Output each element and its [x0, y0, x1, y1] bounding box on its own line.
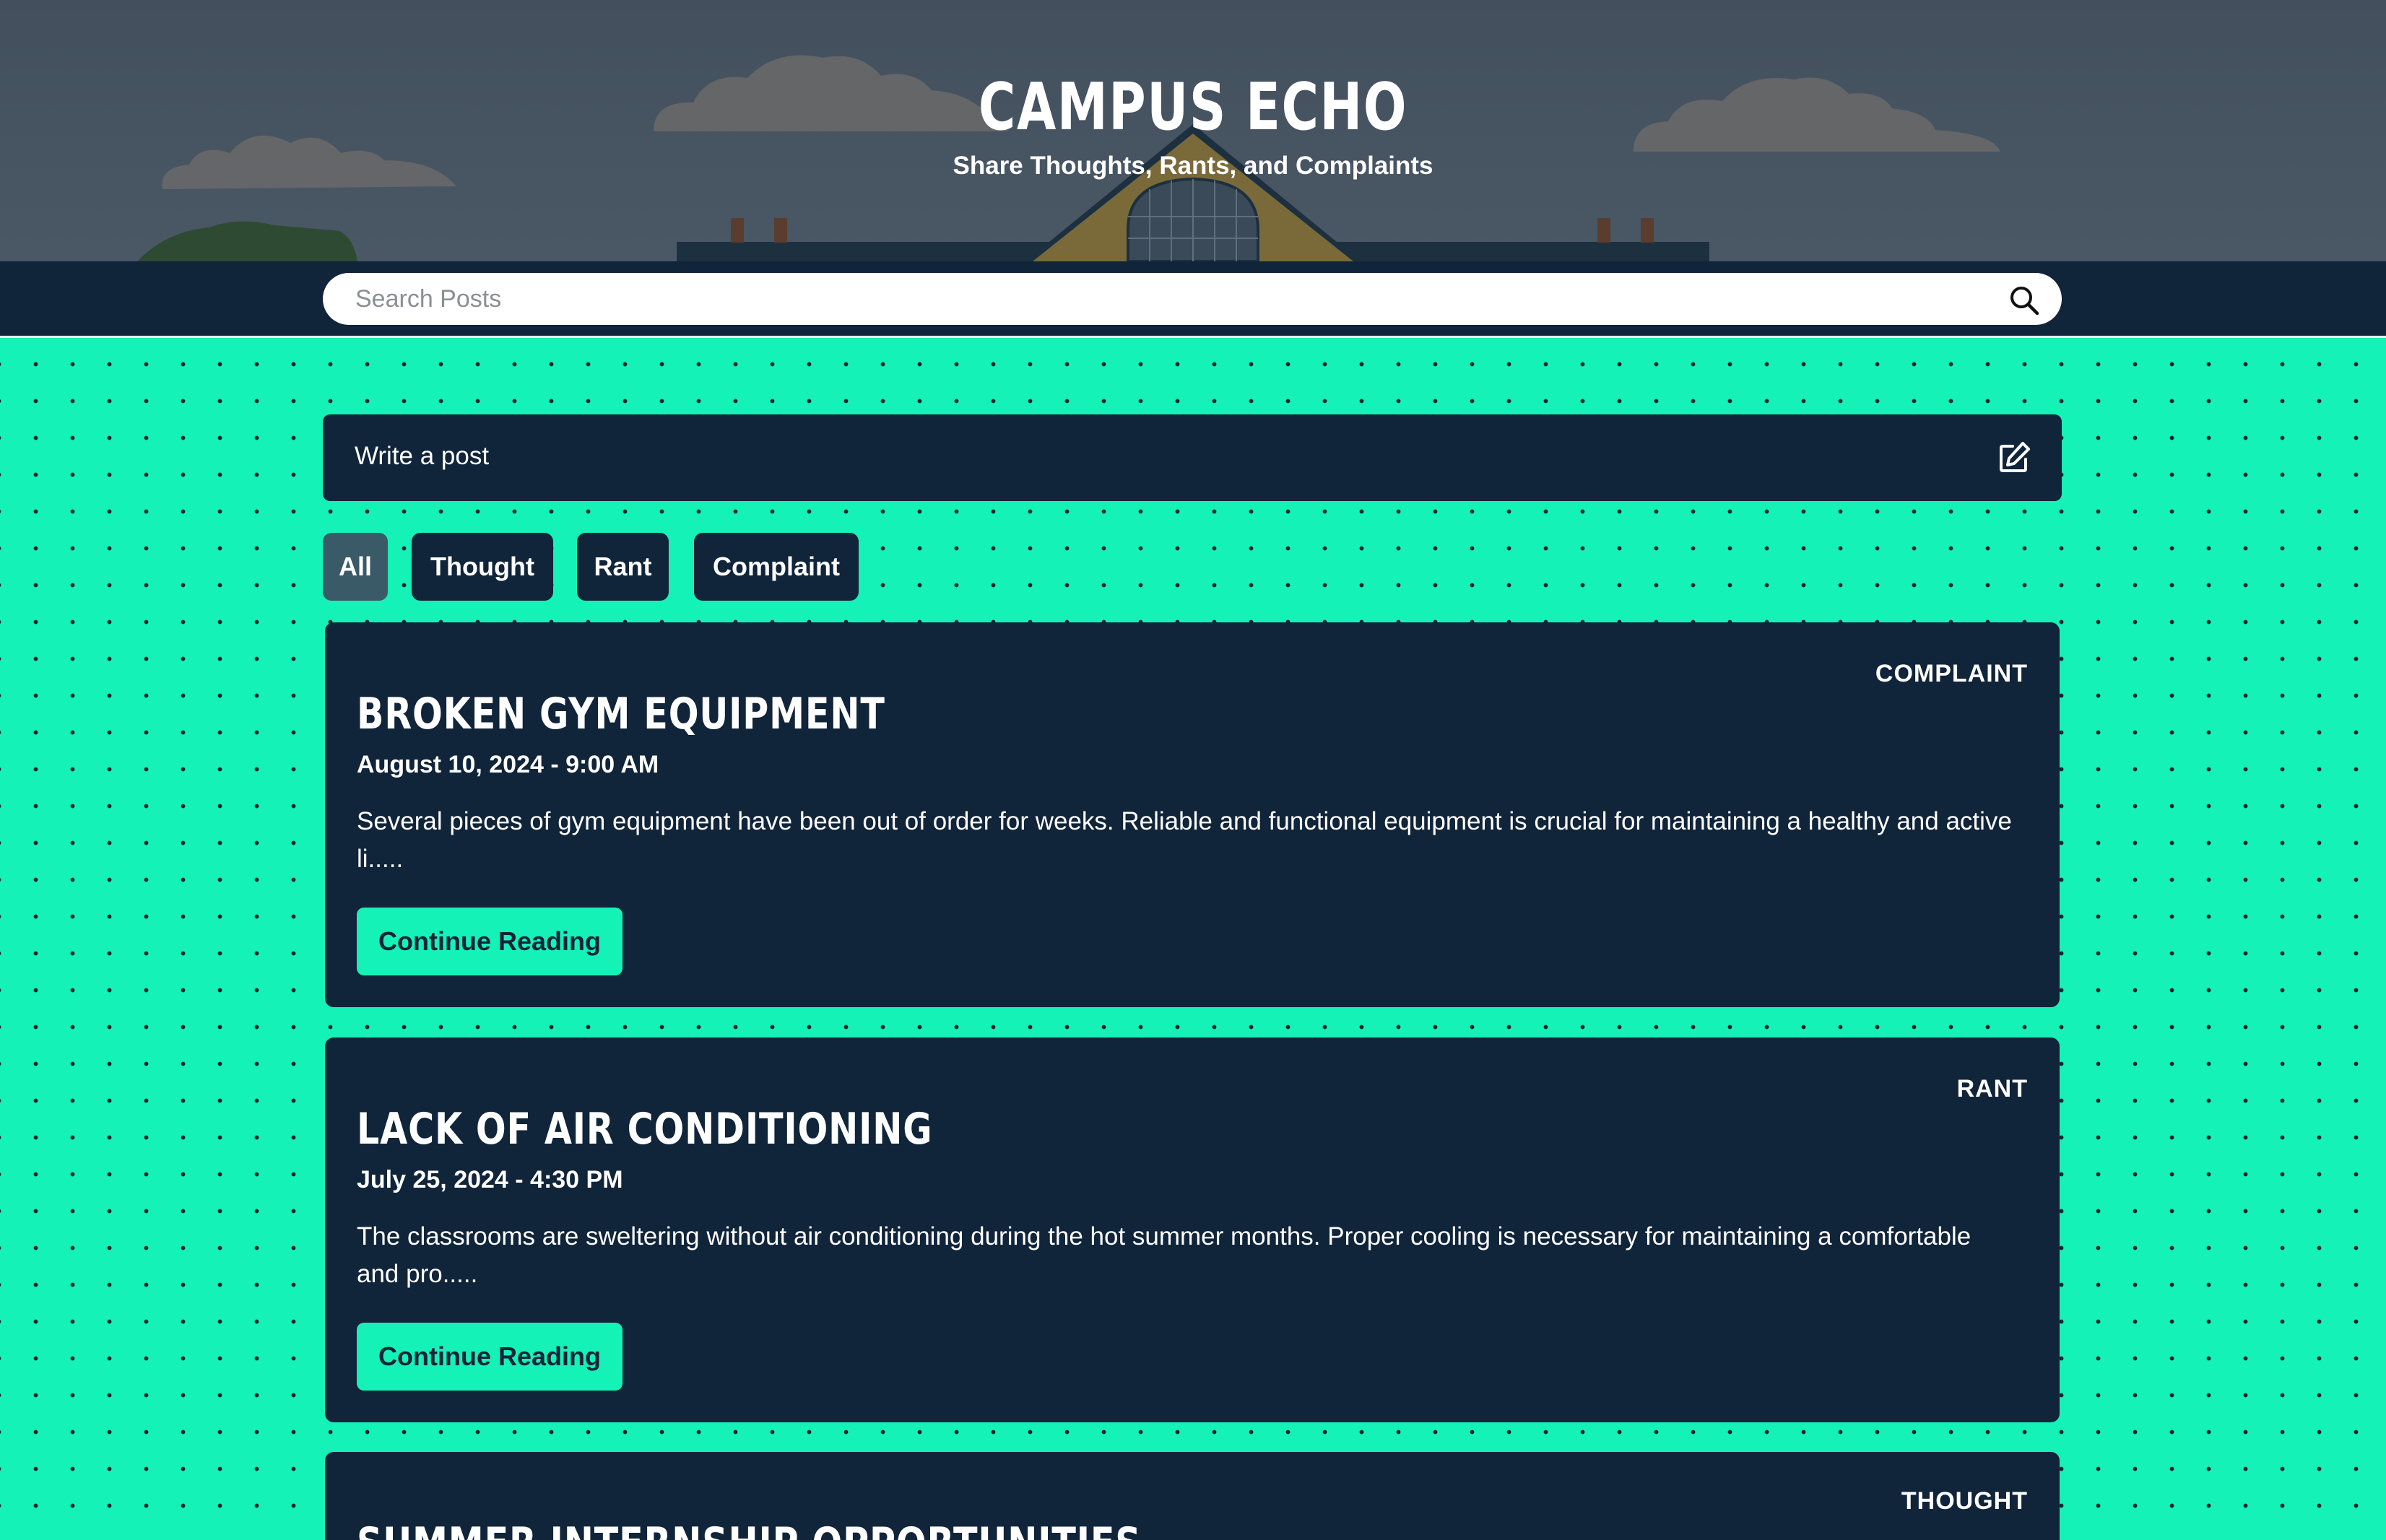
post-category-tag: THOUGHT — [1901, 1487, 2028, 1515]
post-card: COMPLAINT BROKEN GYM EQUIPMENT August 10… — [325, 622, 2060, 1007]
search-input[interactable] — [355, 273, 1980, 325]
continue-reading-button[interactable]: Continue Reading — [357, 1323, 622, 1391]
filter-complaint-button[interactable]: Complaint — [694, 533, 859, 601]
post-card: RANT LACK OF AIR CONDITIONING July 25, 2… — [325, 1037, 2060, 1422]
search-box[interactable] — [323, 273, 2062, 325]
post-date: July 25, 2024 - 4:30 PM — [357, 1166, 623, 1193]
post-excerpt: Several pieces of gym equipment have bee… — [357, 807, 2012, 873]
post-excerpt: The classrooms are sweltering without ai… — [357, 1222, 1971, 1288]
edit-icon[interactable] — [1997, 440, 2031, 475]
post-card: THOUGHT SUMMER INTERNSHIP OPPORTUNITIES — [325, 1452, 2060, 1540]
site-subtitle: Share Thoughts, Rants, and Complaints — [953, 152, 1433, 180]
filter-rant-button[interactable]: Rant — [577, 533, 669, 601]
post-title[interactable]: LACK OF AIR CONDITIONING — [357, 1104, 932, 1154]
write-post-label: Write a post — [355, 442, 490, 470]
filter-all-button[interactable]: All — [323, 533, 388, 601]
post-title[interactable]: SUMMER INTERNSHIP OPPORTUNITIES — [357, 1518, 1142, 1540]
post-category-tag: RANT — [1956, 1075, 2028, 1102]
search-icon[interactable] — [2008, 284, 2040, 316]
post-category-tag: COMPLAINT — [1875, 660, 2028, 687]
filter-thought-button[interactable]: Thought — [412, 533, 553, 601]
post-date: August 10, 2024 - 9:00 AM — [357, 751, 659, 778]
post-title[interactable]: BROKEN GYM EQUIPMENT — [357, 689, 885, 739]
write-post-bar[interactable]: Write a post — [323, 414, 2062, 501]
continue-reading-button[interactable]: Continue Reading — [357, 908, 622, 975]
site-header: CAMPUS ECHO Share Thoughts, Rants, and C… — [0, 0, 2386, 261]
site-title: CAMPUS ECHO — [978, 69, 1408, 145]
